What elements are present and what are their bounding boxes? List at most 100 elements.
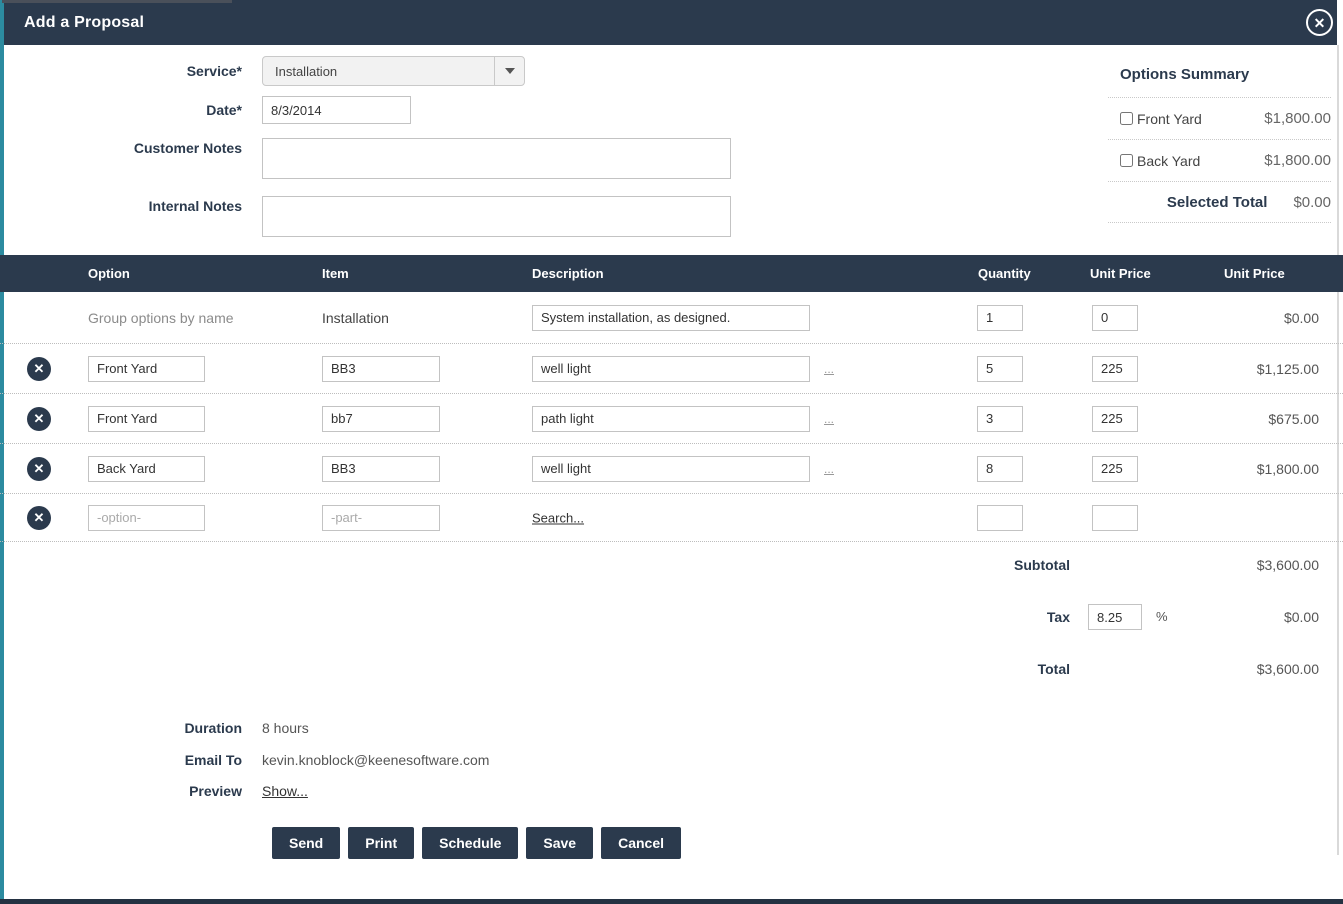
service-selected-value: Installation	[263, 64, 494, 79]
internal-notes-label: Internal Notes	[0, 198, 242, 214]
tax-rate-field[interactable]	[1088, 604, 1142, 630]
tax-amount: $0.00	[1284, 603, 1319, 631]
group-row-total: $0.00	[1284, 310, 1319, 326]
option-field[interactable]	[88, 356, 205, 382]
unit-price-field[interactable]	[1092, 406, 1138, 432]
new-part-field[interactable]	[322, 505, 440, 531]
date-label: Date*	[0, 102, 242, 118]
delete-row-icon[interactable]: ✕	[27, 357, 51, 381]
row-total: $675.00	[1268, 411, 1319, 427]
col-header-description: Description	[532, 255, 604, 292]
options-summary-row: Back Yard $1,800.00	[1108, 139, 1331, 181]
group-item-text: Installation	[322, 310, 389, 326]
email-to-label: Email To	[0, 750, 242, 770]
save-button[interactable]: Save	[526, 827, 593, 859]
back-yard-label: Back Yard	[1137, 153, 1200, 169]
new-option-field[interactable]	[88, 505, 205, 531]
total-row: Total $3,600.00	[0, 655, 1343, 683]
col-header-quantity: Quantity	[978, 255, 1031, 292]
total-amount: $3,600.00	[1257, 655, 1319, 683]
delete-row-icon[interactable]: ✕	[27, 457, 51, 481]
unit-price-field[interactable]	[1092, 456, 1138, 482]
duration-value: 8 hours	[262, 718, 309, 738]
more-description-link[interactable]: ...	[824, 362, 834, 376]
description-field[interactable]	[532, 406, 810, 432]
page-title: Add a Proposal	[4, 14, 144, 32]
delete-row-icon[interactable]: ✕	[27, 506, 51, 530]
subtotal-row: Subtotal $3,600.00	[0, 551, 1343, 579]
group-quantity-field[interactable]	[977, 305, 1023, 331]
line-items-table: Option Item Description Quantity Unit Pr…	[0, 255, 1343, 542]
more-description-link[interactable]: ...	[824, 412, 834, 426]
internal-notes-field[interactable]	[262, 196, 731, 237]
item-field[interactable]	[322, 456, 440, 482]
new-quantity-field[interactable]	[977, 505, 1023, 531]
service-label: Service*	[0, 63, 242, 79]
background-page-strip	[2, 0, 232, 3]
email-to-value: kevin.knoblock@keenesoftware.com	[262, 750, 489, 770]
new-unit-price-field[interactable]	[1092, 505, 1138, 531]
selected-total-amount: $0.00	[1293, 194, 1331, 211]
front-yard-amount: $1,800.00	[1264, 110, 1331, 127]
modal-header: Add a Proposal	[4, 0, 1337, 45]
percent-sign: %	[1156, 603, 1168, 631]
quantity-field[interactable]	[977, 456, 1023, 482]
send-button[interactable]: Send	[272, 827, 340, 859]
date-field[interactable]	[262, 96, 411, 124]
quantity-field[interactable]	[977, 356, 1023, 382]
email-to-row: Email To kevin.knoblock@keenesoftware.co…	[0, 750, 800, 770]
option-field[interactable]	[88, 406, 205, 432]
options-summary-row: Front Yard $1,800.00	[1108, 97, 1331, 139]
more-description-link[interactable]: ...	[824, 462, 834, 476]
delete-row-icon[interactable]: ✕	[27, 407, 51, 431]
item-field[interactable]	[322, 406, 440, 432]
back-yard-amount: $1,800.00	[1264, 152, 1331, 169]
print-button[interactable]: Print	[348, 827, 414, 859]
tax-label: Tax	[1047, 603, 1070, 631]
close-icon[interactable]: ✕	[1306, 9, 1333, 36]
search-part-link[interactable]: Search...	[532, 510, 584, 525]
option-field[interactable]	[88, 456, 205, 482]
group-description-field[interactable]	[532, 305, 810, 331]
close-glyph: ✕	[1314, 16, 1326, 30]
customer-notes-label: Customer Notes	[0, 140, 242, 156]
group-options-text: Group options by name	[88, 310, 234, 326]
row-total: $1,125.00	[1257, 361, 1319, 377]
new-item-row: ✕ Search...	[0, 494, 1343, 542]
front-yard-checkbox[interactable]	[1120, 112, 1133, 125]
selected-total-row: Selected Total $0.00	[1108, 181, 1331, 223]
item-field[interactable]	[322, 356, 440, 382]
quantity-field[interactable]	[977, 406, 1023, 432]
table-row: ✕ ... $1,800.00	[0, 444, 1343, 494]
duration-row: Duration 8 hours	[0, 718, 800, 738]
service-select[interactable]: Installation	[262, 56, 525, 86]
preview-row: Preview Show...	[0, 781, 800, 801]
service-dropdown-button[interactable]	[494, 57, 524, 85]
preview-show-link[interactable]: Show...	[262, 781, 308, 801]
duration-label: Duration	[0, 718, 242, 738]
back-yard-checkbox[interactable]	[1120, 154, 1133, 167]
chevron-down-icon	[505, 68, 515, 74]
schedule-button[interactable]: Schedule	[422, 827, 518, 859]
customer-notes-field[interactable]	[262, 138, 731, 179]
unit-price-field[interactable]	[1092, 356, 1138, 382]
options-summary-title: Options Summary	[1108, 60, 1331, 97]
options-summary-panel: Options Summary Front Yard $1,800.00 Bac…	[1108, 60, 1331, 223]
action-button-bar: Send Print Schedule Save Cancel	[272, 827, 681, 859]
col-header-item: Item	[322, 255, 349, 292]
row-total: $1,800.00	[1257, 461, 1319, 477]
group-options-row: Group options by name Installation $0.00	[0, 292, 1343, 344]
table-header-row: Option Item Description Quantity Unit Pr…	[0, 255, 1343, 292]
group-unit-price-field[interactable]	[1092, 305, 1138, 331]
description-field[interactable]	[532, 356, 810, 382]
table-row: ✕ ... $1,125.00	[0, 344, 1343, 394]
subtotal-amount: $3,600.00	[1257, 551, 1319, 579]
modal-bottom-border	[0, 899, 1343, 904]
description-field[interactable]	[532, 456, 810, 482]
tax-row: Tax % $0.00	[0, 603, 1343, 631]
col-header-unit-price-2: Unit Price	[1224, 255, 1285, 292]
cancel-button[interactable]: Cancel	[601, 827, 681, 859]
total-label: Total	[1038, 655, 1070, 683]
preview-label: Preview	[0, 781, 242, 801]
col-header-option: Option	[88, 255, 130, 292]
